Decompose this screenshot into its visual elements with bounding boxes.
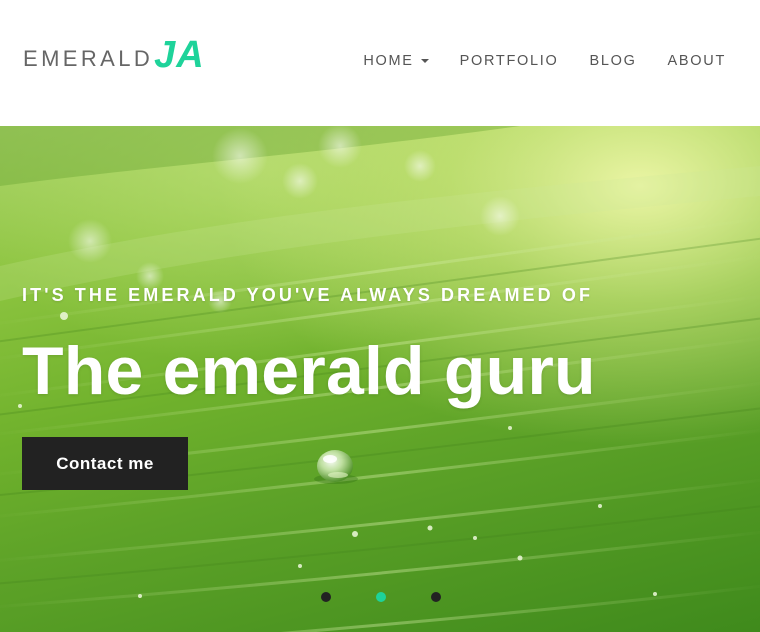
caret-down-icon xyxy=(420,59,429,63)
nav-item-portfolio[interactable]: PORTFOLIO xyxy=(460,51,559,71)
contact-me-button[interactable]: Contact me xyxy=(22,437,188,490)
slider-dot-active[interactable] xyxy=(376,592,386,602)
slider-pagination xyxy=(321,592,441,602)
site-logo[interactable]: EMERALD JA xyxy=(23,30,205,74)
slider-dot[interactable] xyxy=(321,592,331,602)
nav-item-label: HOME xyxy=(363,53,414,69)
hero-tagline: IT'S THE EMERALD YOU'VE ALWAYS DREAMED O… xyxy=(22,285,594,305)
hero-title: The emerald guru xyxy=(22,333,596,409)
logo-text-accent: JA xyxy=(154,34,205,76)
logo-text-main: EMERALD xyxy=(23,46,154,71)
nav-item-about[interactable]: ABOUT xyxy=(668,51,726,71)
nav-item-home[interactable]: HOME xyxy=(363,51,429,71)
hero-slider: IT'S THE EMERALD YOU'VE ALWAYS DREAMED O… xyxy=(0,126,760,632)
nav-item-blog[interactable]: BLOG xyxy=(589,51,636,71)
main-nav: HOME PORTFOLIO BLOG ABOUT xyxy=(363,51,726,71)
nav-item-label: ABOUT xyxy=(667,53,726,69)
nav-item-label: PORTFOLIO xyxy=(459,53,559,69)
site-header: EMERALD JA HOME PORTFOLIO BLOG ABOUT xyxy=(0,0,760,126)
slider-dot[interactable] xyxy=(431,592,441,602)
nav-item-label: BLOG xyxy=(589,53,637,69)
